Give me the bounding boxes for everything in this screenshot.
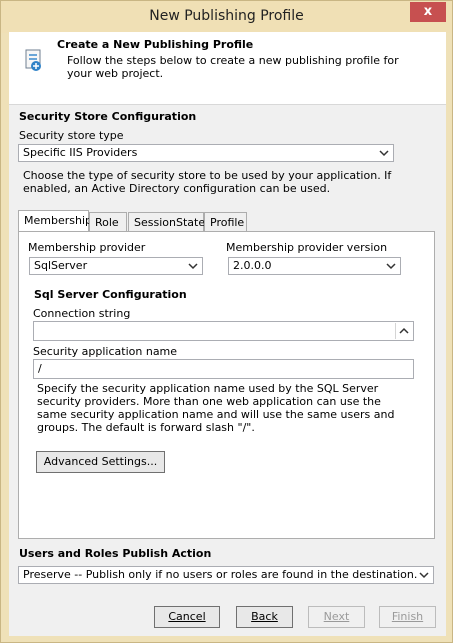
chevron-down-icon (386, 263, 396, 270)
cancel-button[interactable]: Cancel (154, 606, 220, 628)
next-button-label: Next (323, 610, 350, 623)
publish-action-select[interactable]: Preserve -- Publish only if no users or … (18, 566, 434, 584)
window-title: New Publishing Profile (149, 8, 304, 24)
title-bar[interactable]: New Publishing Profile x (1, 1, 452, 33)
dialog-client-area: Create a New Publishing Profile Follow t… (9, 32, 446, 636)
advanced-settings-button[interactable]: Advanced Settings... (36, 451, 165, 473)
tab-profile[interactable]: Profile (204, 212, 247, 231)
back-button[interactable]: Back (236, 606, 293, 628)
membership-tab-panel: Membership provider SqlServer Membership… (18, 231, 435, 539)
security-app-name-help: Specify the security application name us… (37, 382, 395, 434)
next-button[interactable]: Next (308, 606, 365, 628)
security-app-name-input[interactable]: / (33, 359, 414, 379)
security-description: Choose the type of security store to be … (23, 169, 392, 195)
cancel-button-label: Cancel (168, 610, 206, 623)
membership-provider-label: Membership provider (28, 241, 146, 254)
membership-version-label: Membership provider version (226, 241, 388, 254)
back-button-label: Back (251, 610, 278, 623)
chevron-down-icon (379, 150, 389, 157)
sql-config-title: Sql Server Configuration (34, 288, 187, 301)
membership-provider-select[interactable]: SqlServer (29, 257, 203, 275)
connection-string-label: Connection string (33, 307, 131, 320)
connection-string-input[interactable] (33, 321, 414, 341)
finish-button-label: Finish (391, 610, 424, 623)
header-description: Follow the steps below to create a new p… (67, 54, 399, 80)
tab-sessionstate[interactable]: SessionState (128, 212, 205, 231)
dialog-window: New Publishing Profile x Create a New Pu… (0, 0, 453, 643)
header-title: Create a New Publishing Profile (57, 38, 254, 51)
publish-action-value: Preserve -- Publish only if no users or … (23, 568, 418, 581)
publish-profile-icon (25, 49, 41, 71)
membership-version-value: 2.0.0.0 (233, 259, 272, 272)
wizard-header: Create a New Publishing Profile Follow t… (9, 32, 446, 105)
chevron-up-icon[interactable] (395, 323, 412, 339)
security-store-type-label: Security store type (19, 129, 124, 142)
publish-action-title: Users and Roles Publish Action (19, 547, 212, 560)
security-store-type-select[interactable]: Specific IIS Providers (18, 144, 394, 162)
security-section-title: Security Store Configuration (19, 110, 197, 123)
tab-membership[interactable]: Membership (18, 210, 92, 232)
membership-version-select[interactable]: 2.0.0.0 (228, 257, 401, 275)
finish-button[interactable]: Finish (379, 606, 436, 628)
chevron-down-icon (188, 263, 198, 270)
security-app-name-label: Security application name (33, 345, 178, 358)
security-store-type-value: Specific IIS Providers (23, 146, 138, 159)
chevron-down-icon (419, 572, 429, 579)
security-app-name-value: / (38, 362, 42, 375)
membership-provider-value: SqlServer (34, 259, 88, 272)
tab-role[interactable]: Role (89, 212, 127, 231)
close-button[interactable]: x (410, 2, 446, 22)
